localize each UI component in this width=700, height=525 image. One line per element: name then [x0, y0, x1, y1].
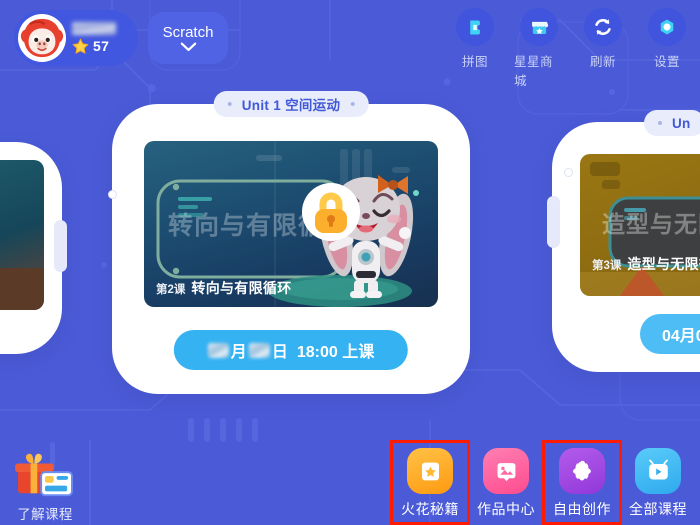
schedule-time: 18:00 上课 — [296, 344, 375, 361]
schedule-month-masked — [207, 342, 229, 358]
card-side-dot — [564, 168, 573, 177]
quick-action-tile — [483, 448, 529, 494]
schedule-label: 04月0 — [662, 328, 700, 345]
schedule-day-unit: 日 — [271, 344, 288, 361]
course-selector-button[interactable]: Scratch — [148, 12, 228, 64]
quick-action-works-center[interactable]: 作品中心 — [468, 442, 544, 523]
quick-action-label: 全部课程 — [629, 501, 687, 517]
nav-label: 设置 — [653, 55, 680, 69]
unit-badge: Un — [644, 110, 700, 136]
course-card-right[interactable]: Un 造型与无限 第3课 造型与无限循 0 — [547, 110, 700, 372]
star-icon — [72, 38, 89, 54]
badge-dot-right — [350, 102, 355, 106]
lock-icon — [315, 192, 347, 233]
card-frame: Un 造型与无限 第3课 造型与无限循 0 — [547, 110, 700, 372]
star-card-icon — [421, 462, 439, 480]
course-card-left[interactable] — [0, 142, 67, 354]
lesson-number: 第3课 — [592, 260, 622, 272]
lesson-title: 造型与无限循 — [627, 256, 700, 272]
user-meta: 57 — [72, 21, 116, 55]
course-card-center[interactable]: Unit 1 空间运动 转向与有限循环 第2课 转向与有限循环 月 日 18:0… — [108, 91, 470, 394]
bottom-bar: 了解课程 火花秘籍 作品中心 自由创作 全部课程 — [0, 435, 700, 525]
puzzle-icon — [469, 20, 480, 34]
card-frame: Unit 1 空间运动 转向与有限循环 第2课 转向与有限循环 月 日 18:0… — [108, 91, 470, 394]
nav-icon-wrap — [456, 8, 494, 46]
quick-action-tile — [635, 448, 681, 494]
lesson-number: 第2课 — [156, 284, 186, 296]
nav-label: 拼图 — [461, 55, 488, 69]
course-thumbnail: 造型与无限 第3课 造型与无限循 — [580, 154, 700, 296]
nav-icon-wrap — [648, 8, 686, 46]
puzzle-piece-icon — [572, 460, 591, 480]
user-profile-pill[interactable]: 57 — [14, 10, 138, 66]
unit-badge-label: Un — [672, 115, 691, 131]
star-count: 57 — [93, 38, 110, 54]
gallery-icon — [497, 462, 515, 481]
badge-dot-left — [658, 121, 662, 125]
course-selector-label: Scratch — [162, 24, 214, 41]
quick-action-all-courses[interactable]: 全部课程 — [620, 442, 696, 523]
quick-action-label: 作品中心 — [477, 501, 535, 517]
quick-action-label: 火花秘籍 — [401, 501, 459, 517]
course-thumbnail — [0, 160, 44, 310]
nav-label: 刷新 — [589, 55, 616, 69]
store-icon — [531, 21, 548, 34]
badge-dot-left — [227, 102, 232, 106]
quick-action-tile — [559, 448, 605, 494]
schedule-button[interactable]: 月 日 18:00 上课 — [173, 330, 409, 370]
top-bar: 57 Scratch 拼图 星星商城 刷新 设置 — [0, 0, 700, 89]
lesson-caption: 第2课 转向与有限循环 — [156, 278, 292, 298]
monkey-avatar-icon — [19, 15, 65, 61]
star-balance: 57 — [72, 38, 116, 55]
quick-action-secret-book[interactable]: 火花秘籍 — [390, 440, 470, 525]
gear-icon — [660, 19, 674, 35]
lesson-title: 转向与有限循环 — [191, 280, 292, 296]
nav-icon-wrap — [520, 8, 558, 46]
nav-label: 星星商城 — [514, 55, 554, 88]
unit-badge: Unit 1 空间运动 — [213, 91, 369, 117]
video-play-icon — [648, 459, 668, 480]
lesson-caption: 第3课 造型与无限循 — [592, 254, 700, 274]
learn-more-button[interactable]: 了解课程 — [8, 449, 82, 523]
schedule-month-unit: 月 — [230, 344, 247, 361]
avatar[interactable] — [18, 14, 66, 62]
card-frame — [0, 142, 67, 354]
schedule-button[interactable]: 04月0 — [640, 314, 700, 354]
quick-action-tile — [407, 448, 453, 494]
card-side-knob — [547, 196, 560, 248]
card-side-dot — [108, 190, 117, 199]
chevron-down-icon — [180, 42, 196, 51]
top-nav-group: 拼图 星星商城 刷新 设置 — [450, 8, 692, 89]
nav-icon-wrap — [584, 8, 622, 46]
nav-item-refresh[interactable]: 刷新 — [578, 8, 628, 89]
nav-item-settings[interactable]: 设置 — [642, 8, 692, 89]
learn-more-label: 了解课程 — [17, 507, 73, 522]
locked-indicator — [302, 183, 360, 241]
schedule-day-masked — [248, 342, 270, 358]
nav-item-store[interactable]: 星星商城 — [514, 8, 564, 89]
quick-actions-group: 火花秘籍 作品中心 自由创作 全部课程 — [390, 440, 696, 525]
unit-badge-label: Unit 1 空间运动 — [241, 98, 341, 113]
course-thumbnail: 转向与有限循环 第2课 转向与有限循环 — [144, 141, 438, 307]
card-side-knob — [54, 220, 67, 272]
username-masked — [72, 21, 116, 35]
nav-item-puzzle[interactable]: 拼图 — [450, 8, 500, 89]
refresh-icon — [595, 19, 611, 35]
quick-action-free-create[interactable]: 自由创作 — [542, 440, 622, 525]
gift-box-icon — [15, 453, 73, 497]
thumbnail-ghost-title: 造型与无限 — [602, 211, 700, 238]
quick-action-label: 自由创作 — [553, 501, 611, 517]
